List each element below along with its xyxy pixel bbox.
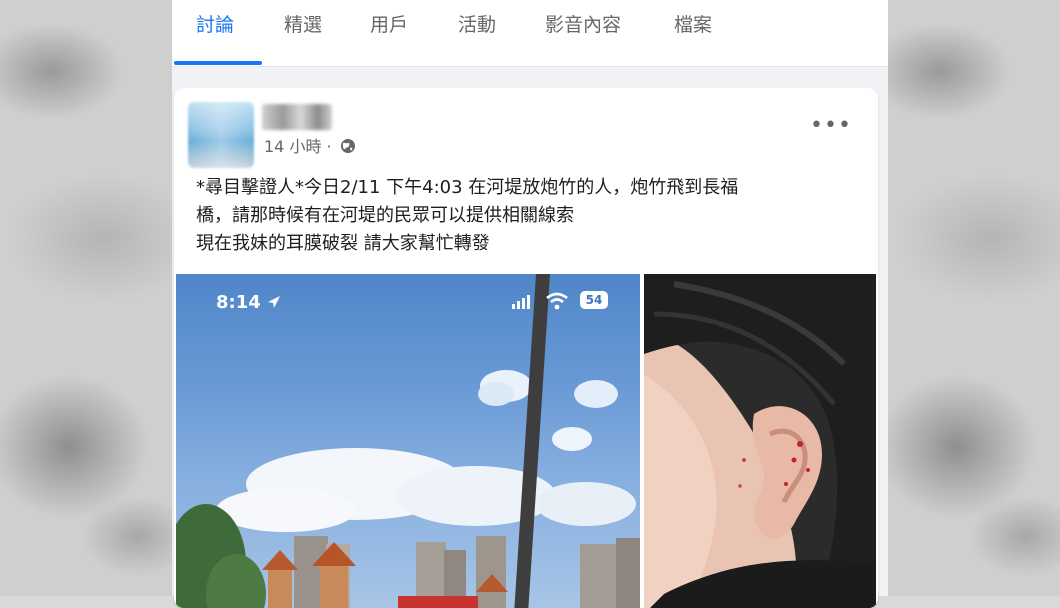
blurred-background-right	[888, 0, 1060, 596]
blurred-background-left	[0, 0, 172, 596]
post-body-text: *尋目擊證人*今日2/11 下午4:03 在河堤放炮竹的人，炮竹飛到長福 橋，請…	[196, 174, 856, 258]
tab-media[interactable]: 影音內容	[545, 8, 621, 42]
tab-discussion[interactable]: 討論	[196, 8, 234, 42]
injured-ear-image	[644, 274, 876, 608]
phone-status-time: 8:14	[216, 292, 281, 314]
tab-events[interactable]: 活動	[458, 8, 496, 42]
post-photo-riverside[interactable]: 8:14 54	[176, 274, 640, 608]
signal-icon	[512, 294, 534, 313]
post-timestamp[interactable]: 14 小時 ·	[264, 137, 337, 156]
wifi-icon	[546, 292, 568, 314]
riverside-scene-image	[176, 274, 640, 608]
group-page: 討論 精選 用戶 活動 影音內容 檔案 14 小時 · ••• *尋目擊證人*今…	[172, 0, 888, 608]
post-text-line: 現在我妹的耳膜破裂 請大家幫忙轉發	[196, 233, 490, 254]
active-tab-indicator	[174, 61, 262, 65]
post-more-options-button[interactable]: •••	[810, 115, 851, 144]
author-avatar[interactable]	[188, 102, 254, 168]
post-meta: 14 小時 ·	[264, 136, 356, 158]
post-photo-injured-ear[interactable]	[644, 274, 876, 608]
post-card: 14 小時 · ••• *尋目擊證人*今日2/11 下午4:03 在河堤放炮竹的…	[174, 88, 878, 608]
tab-files[interactable]: 檔案	[674, 8, 712, 42]
battery-level: 54	[580, 291, 608, 309]
post-text-line: 橋，請那時候有在河堤的民眾可以提供相關線索	[196, 205, 574, 226]
phone-status-icons: 54	[512, 290, 612, 312]
group-tab-bar: 討論 精選 用戶 活動 影音內容 檔案	[172, 0, 888, 67]
tab-members[interactable]: 用戶	[370, 8, 408, 42]
tab-featured[interactable]: 精選	[284, 8, 322, 42]
globe-icon	[340, 138, 356, 154]
post-text-line: *尋目擊證人*今日2/11 下午4:03 在河堤放炮竹的人，炮竹飛到長福	[196, 177, 739, 198]
location-arrow-icon	[267, 293, 281, 314]
author-name-blurred[interactable]	[262, 104, 332, 130]
